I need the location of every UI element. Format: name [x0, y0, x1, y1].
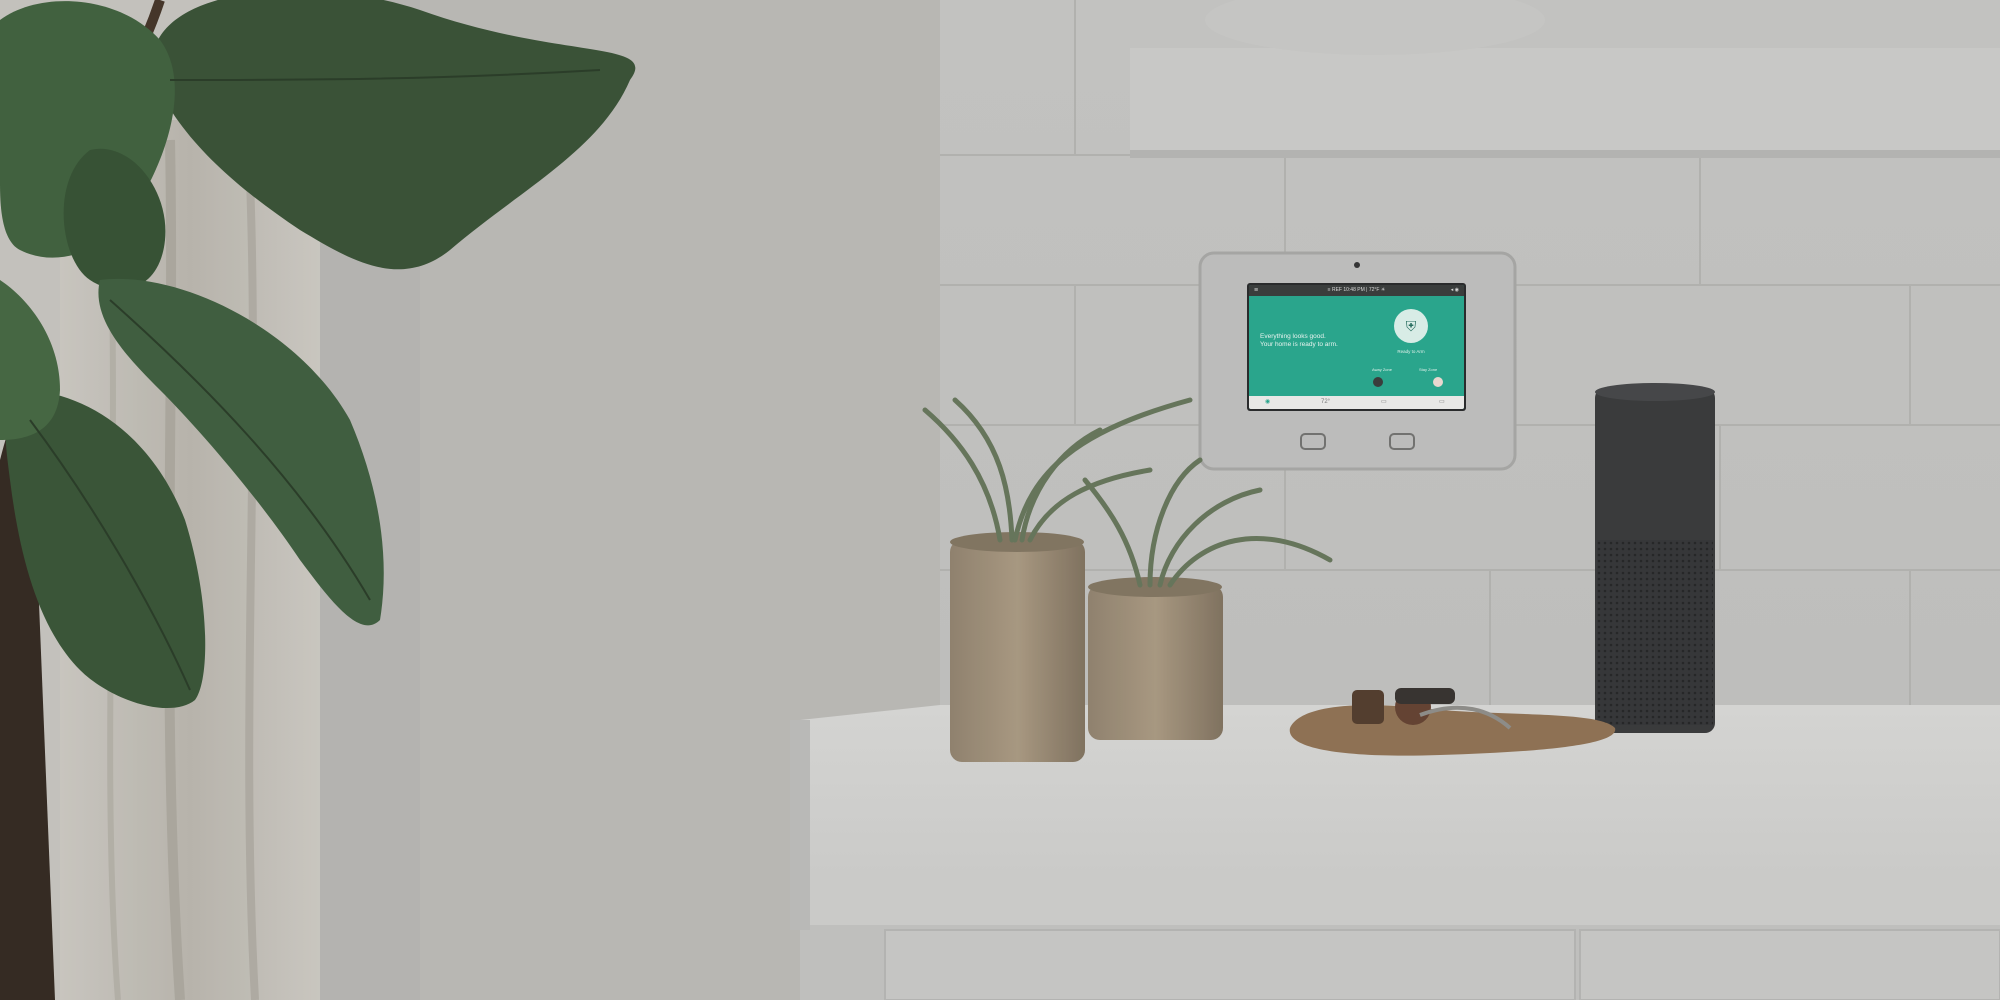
panel-message-line2: Your home is ready to arm. — [1260, 341, 1338, 348]
panel-status-bar: ≡ ≡ REF 10:48 PM | 72°F ☀ ◂ ◉ — [1249, 285, 1464, 296]
panel-message: Everything looks good. Your home is read… — [1260, 333, 1370, 349]
panel-nav-bar: ◉ 72° ▭ ▭ — [1249, 396, 1464, 409]
security-panel-screen: ≡ ≡ REF 10:48 PM | 72°F ☀ ◂ ◉ Everything… — [1249, 285, 1464, 409]
scene-illustration — [0, 0, 2000, 1000]
mode-right-label: Stay Zone — [1419, 367, 1438, 372]
home-icon: ◉ — [1265, 399, 1271, 405]
mode-left-dot — [1373, 377, 1383, 387]
panel-message-line1: Everything looks good. — [1260, 333, 1326, 340]
ready-label: Ready to Arm — [1397, 349, 1425, 354]
mode-left-label: Away Zone — [1372, 367, 1392, 372]
shield-icon: ⛨ — [1394, 309, 1428, 343]
panel-status-text: ≡ REF 10:48 PM | 72°F ☀ — [1327, 287, 1386, 293]
battery-icon: ▭ — [1439, 399, 1445, 405]
panel-nav-temp: 72° — [1321, 399, 1331, 405]
mode-right-dot — [1433, 377, 1443, 387]
menu-icon: ≡ — [1254, 287, 1259, 294]
signal-icon: ◂ ◉ — [1450, 287, 1459, 293]
camera-icon: ▭ — [1381, 399, 1387, 405]
